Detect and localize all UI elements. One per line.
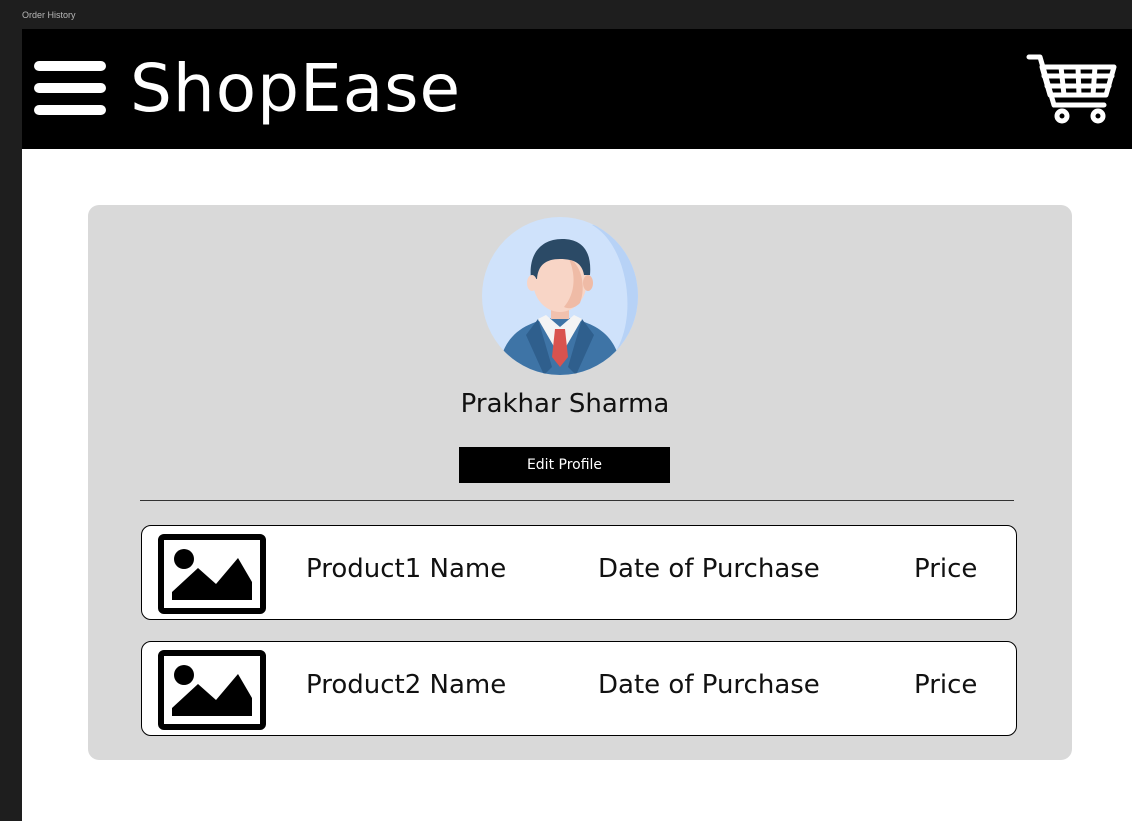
editor-top-bar: [0, 0, 1132, 29]
profile-card: Prakhar Sharma Edit Profile Product1 Nam…: [88, 205, 1072, 760]
brand-title[interactable]: ShopEase: [130, 47, 461, 131]
order-row-1[interactable]: Product1 Name Date of Purchase Price: [141, 525, 1017, 620]
image-placeholder-icon: [158, 534, 266, 614]
frame-label: Order History: [22, 10, 76, 20]
product-name: Product2 Name: [306, 670, 507, 700]
hamburger-menu-icon[interactable]: [34, 61, 106, 115]
user-avatar-icon[interactable]: [482, 217, 638, 375]
editor-left-bar: [0, 0, 22, 821]
product-price: Price: [914, 554, 978, 584]
product-name: Product1 Name: [306, 554, 507, 584]
shopping-cart-icon[interactable]: [1026, 53, 1118, 125]
section-divider: [140, 500, 1014, 501]
product-price: Price: [914, 670, 978, 700]
user-name: Prakhar Sharma: [460, 389, 670, 419]
app-header: ShopEase: [22, 29, 1132, 149]
purchase-date: Date of Purchase: [598, 670, 820, 700]
edit-profile-button[interactable]: Edit Profile: [459, 447, 670, 483]
image-placeholder-icon: [158, 650, 266, 730]
purchase-date: Date of Purchase: [598, 554, 820, 584]
order-row-2[interactable]: Product2 Name Date of Purchase Price: [141, 641, 1017, 736]
